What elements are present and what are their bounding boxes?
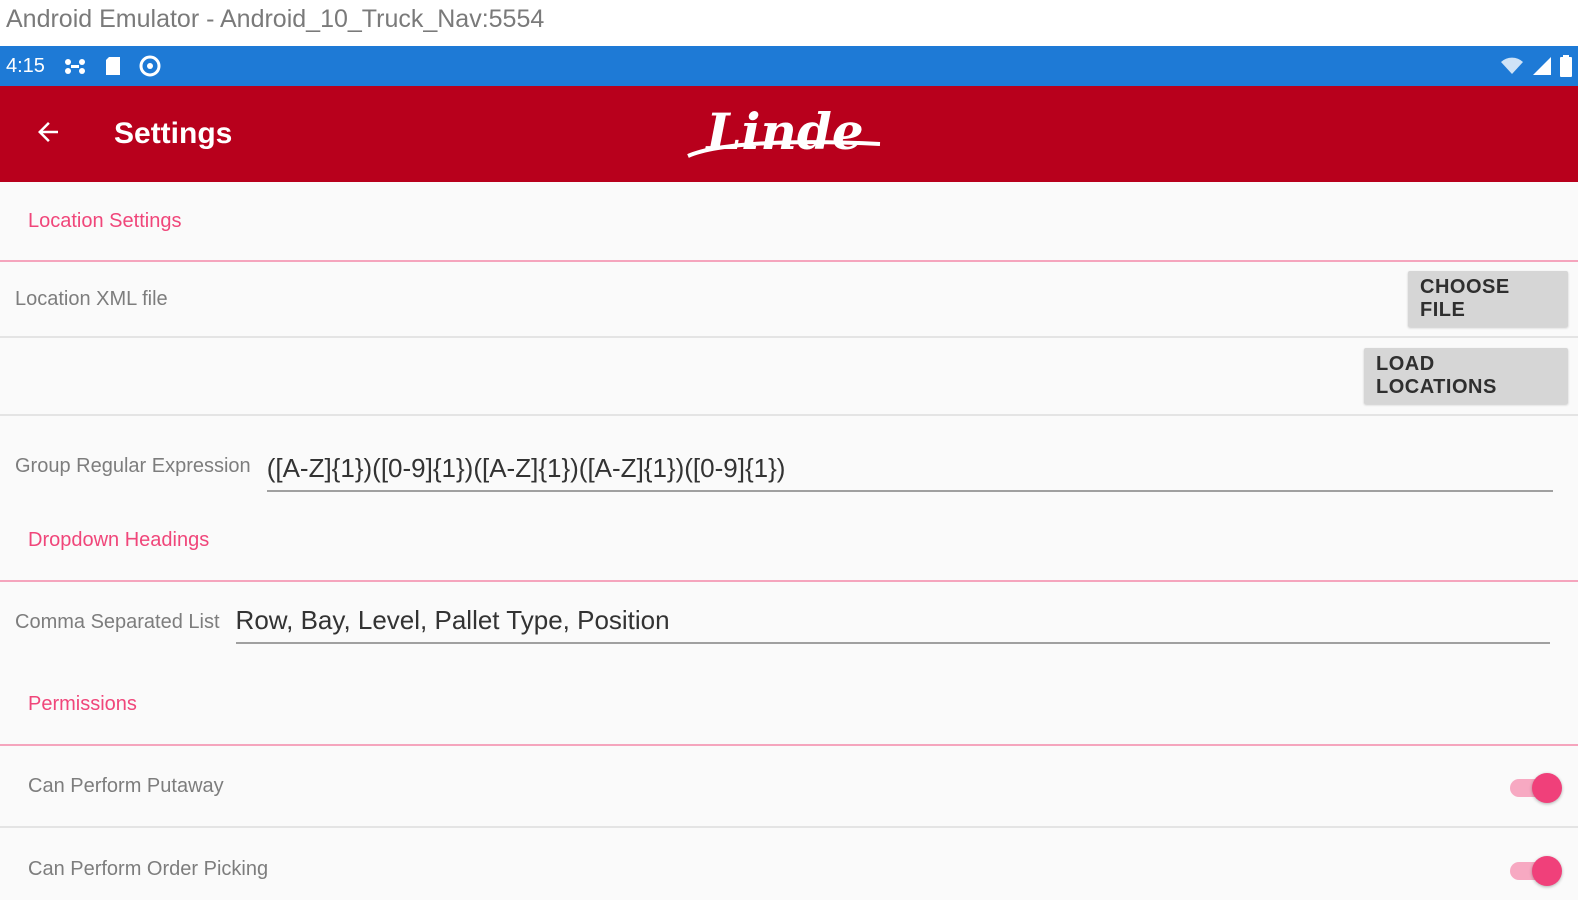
android-status-bar: 4:15 (0, 46, 1578, 86)
arrow-back-icon (33, 117, 63, 152)
page-title: Settings (114, 117, 233, 150)
toggle-thumb (1532, 773, 1562, 803)
putaway-toggle[interactable] (1508, 771, 1562, 803)
drone-notification-icon (63, 56, 87, 76)
section-header-label: Dropdown Headings (28, 528, 210, 551)
section-header-dropdown: Dropdown Headings (0, 500, 1578, 582)
load-locations-row: LOAD LOCATIONS (0, 338, 1578, 416)
load-locations-button[interactable]: LOAD LOCATIONS (1364, 348, 1568, 404)
battery-icon (1560, 55, 1572, 77)
permission-label: Can Perform Order Picking (28, 857, 269, 880)
section-header-permissions: Permissions (0, 664, 1578, 746)
section-header-label: Permissions (28, 692, 137, 715)
permission-label: Can Perform Putaway (28, 774, 224, 797)
location-xml-row: Location XML file CHOOSE FILE (0, 262, 1578, 338)
logo-text: Linde (704, 102, 863, 161)
sd-card-icon (105, 56, 121, 76)
order-picking-toggle[interactable] (1508, 854, 1562, 886)
linde-logo: Linde (687, 102, 881, 161)
location-xml-label: Location XML file (15, 287, 168, 310)
section-header-label: Location Settings (28, 209, 182, 232)
back-button[interactable] (18, 104, 78, 164)
regex-input[interactable] (266, 451, 1553, 492)
toggle-thumb (1532, 856, 1562, 886)
comma-list-label: Comma Separated List (15, 611, 220, 633)
sync-icon (139, 55, 161, 77)
regex-row: Group Regular Expression (0, 416, 1578, 500)
cell-signal-icon (1532, 56, 1552, 76)
comma-list-input[interactable] (235, 603, 1550, 644)
app-toolbar: Settings Linde (0, 86, 1578, 182)
status-time: 4:15 (6, 54, 45, 77)
permission-order-picking-row: Can Perform Order Picking (0, 828, 1578, 900)
regex-label: Group Regular Expression (15, 455, 251, 477)
permission-putaway-row: Can Perform Putaway (0, 746, 1578, 828)
window-title: Android Emulator - Android_10_Truck_Nav:… (6, 5, 545, 33)
window-title-bar: Android Emulator - Android_10_Truck_Nav:… (0, 0, 1578, 46)
dropdown-list-row: Comma Separated List (0, 582, 1578, 664)
settings-content: Location Settings Location XML file CHOO… (0, 182, 1578, 900)
section-header-location: Location Settings (0, 182, 1578, 262)
choose-file-button[interactable]: CHOOSE FILE (1408, 271, 1568, 327)
wifi-icon (1500, 56, 1524, 76)
